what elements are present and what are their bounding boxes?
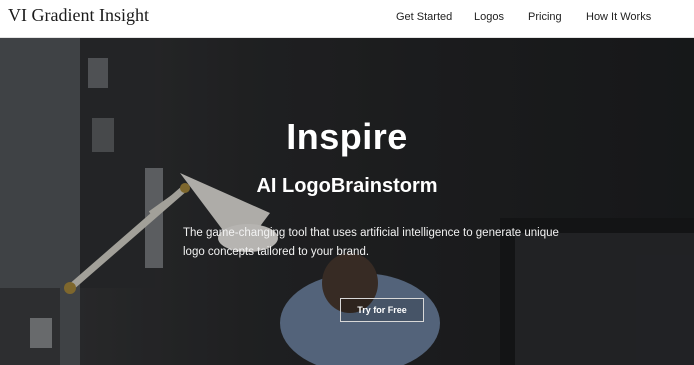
site-header: VI Gradient Insight Get Started Logos Pr… (0, 0, 694, 38)
hero-subtitle: AI LogoBrainstorm (256, 175, 438, 197)
nav-how-it-works[interactable]: How It Works (586, 11, 651, 23)
hero-title: Inspire (286, 116, 408, 157)
nav-logos[interactable]: Logos (474, 11, 504, 23)
nav-pricing[interactable]: Pricing (528, 11, 562, 23)
nav-get-started[interactable]: Get Started (396, 11, 452, 23)
main-nav: Get Started Logos Pricing How It Works (0, 11, 694, 27)
try-for-free-button[interactable]: Try for Free (340, 298, 424, 322)
hero-description: The game-changing tool that uses artific… (183, 227, 559, 258)
hero-section: Inspire AI LogoBrainstorm The game-chang… (0, 38, 694, 365)
